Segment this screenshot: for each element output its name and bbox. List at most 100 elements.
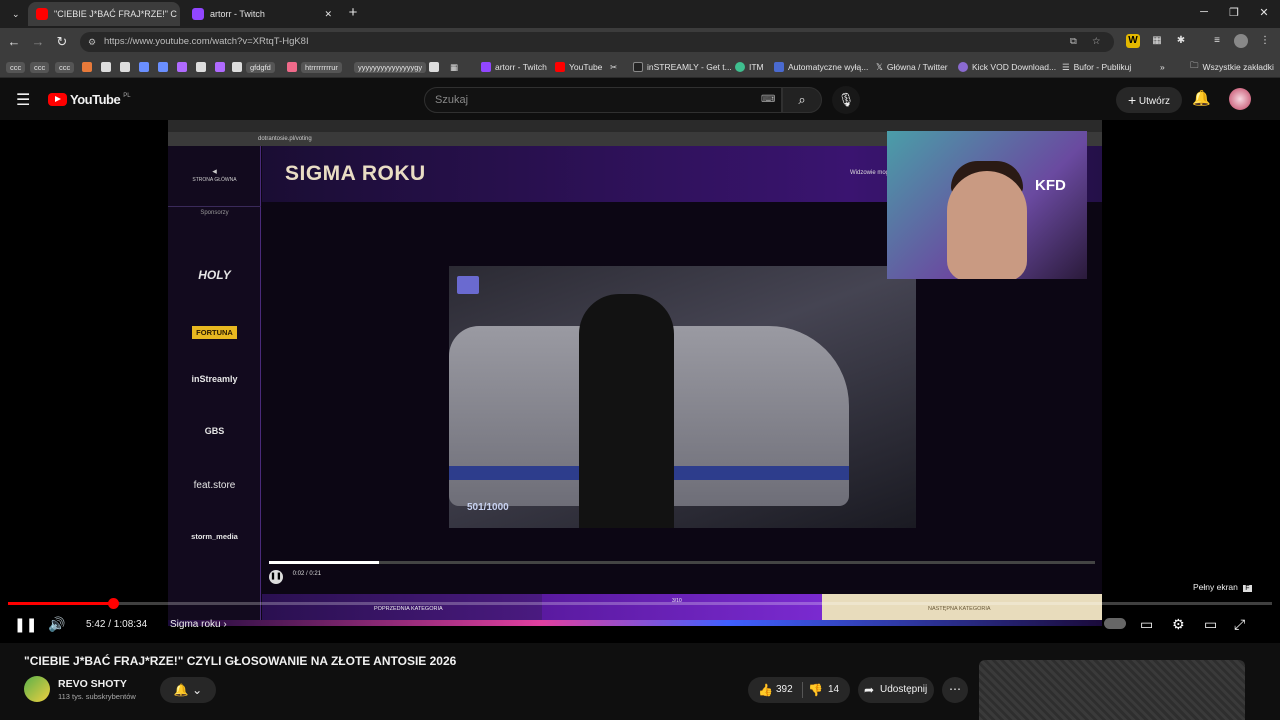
fullscreen-icon[interactable]: ⤢: [1234, 616, 1245, 633]
recommended-video-thumbnail[interactable]: [979, 660, 1245, 720]
kick-vod-icon: [958, 62, 968, 72]
header-note: Widzowie mog: [850, 170, 890, 176]
inner-video-controls: ❚❚ 0:02 / 0:21: [269, 570, 321, 584]
bookmark-item[interactable]: Automatyczne wyłą...: [774, 60, 868, 74]
tab-twitch[interactable]: artorr - Twitch ✕: [184, 2, 340, 26]
restore-button[interactable]: ❐: [1226, 6, 1242, 19]
video-title: "CIEBIE J*BAĆ FRAJ*RZE!" CZYLI GŁOSOWANI…: [24, 654, 457, 668]
pause-icon[interactable]: ❚❚: [14, 616, 37, 633]
bookmark-icon-only[interactable]: [82, 60, 92, 74]
extensions-puzzle-icon[interactable]: ✱: [1174, 34, 1188, 48]
seek-bar[interactable]: [8, 598, 1272, 609]
browser-toolbar: ← → ↻ ⚙ https://www.youtube.com/watch?v=…: [0, 28, 1280, 56]
category-title: SIGMA ROKU: [285, 162, 426, 185]
search-input[interactable]: Szukaj ⌨: [424, 87, 782, 113]
chapter-button[interactable]: Sigma roku ›: [170, 619, 227, 630]
more-actions-button[interactable]: ⋯: [942, 677, 968, 703]
bookmark-item[interactable]: 𝕏 Główna / Twitter: [876, 60, 948, 74]
back-icon[interactable]: ←: [6, 34, 22, 49]
reload-icon[interactable]: ↻: [54, 34, 70, 50]
dislike-icon[interactable]: 👎: [808, 677, 823, 703]
like-icon[interactable]: 👍: [758, 677, 773, 703]
volume-icon[interactable]: 🔊: [48, 616, 65, 633]
bookmark-item[interactable]: ccc: [30, 60, 50, 74]
bookmark-icon-only[interactable]: [120, 60, 130, 74]
reading-list-icon[interactable]: ≡: [1210, 34, 1224, 48]
address-bar[interactable]: ⚙ https://www.youtube.com/watch?v=XRtqT-…: [80, 32, 1114, 52]
buffer-icon: ☰: [1062, 61, 1070, 72]
share-button[interactable]: ➦ Udostępnij: [858, 677, 934, 703]
subtitles-icon[interactable]: ▭: [1140, 616, 1153, 633]
site-info-icon[interactable]: ⚙: [88, 32, 96, 52]
notifications-bell-icon[interactable]: 🔔: [1192, 89, 1211, 107]
bookmark-icon-only[interactable]: [196, 60, 206, 74]
bookmark-favicon-icon: [287, 62, 297, 72]
more-bookmarks-icon[interactable]: »: [1160, 60, 1165, 74]
bookmark-item[interactable]: ITM: [735, 60, 764, 74]
plus-icon: +: [1127, 92, 1137, 108]
home-arrow-icon: ◂: [212, 166, 217, 176]
bookmark-icon-only[interactable]: [158, 60, 168, 74]
bookmark-icon-only[interactable]: [101, 60, 111, 74]
youtube-logo[interactable]: YouTube PL: [48, 92, 131, 107]
bookmark-item[interactable]: artorr - Twitch: [481, 60, 547, 74]
browser-menu-icon[interactable]: ⋮: [1258, 34, 1272, 48]
apps-grid-icon[interactable]: ▦: [450, 60, 458, 74]
bookmark-item[interactable]: Kick VOD Download...: [958, 60, 1056, 74]
tab-youtube[interactable]: "CIEBIE J*BAĆ FRAJ*RZE!" C 🔊 ✕: [28, 2, 180, 26]
subscription-bell-button[interactable]: 🔔 ⌄: [160, 677, 216, 703]
search-icon: ⌕: [798, 92, 806, 107]
install-app-icon[interactable]: ⧉: [1070, 32, 1077, 52]
voice-search-button[interactable]: 🎙: [832, 86, 860, 114]
bookmark-icon-only[interactable]: [177, 60, 187, 74]
bookmark-icon-only[interactable]: [429, 60, 439, 74]
like-dislike-group: 👍 392 👎 14: [748, 677, 850, 703]
sponsor-logo: HOLY: [198, 268, 231, 282]
video-player[interactable]: dotrantosie.pl/voting ◂ STRONA GŁÓWNA Sp…: [0, 120, 1280, 643]
bookmark-item[interactable]: yyyyyyyyyyyyyyygy: [354, 60, 427, 74]
bookmark-item[interactable]: ☰ Bufor - Publikuj: [1062, 60, 1131, 74]
theater-mode-icon[interactable]: ▭: [1204, 616, 1217, 633]
youtube-favicon-icon: [36, 8, 48, 20]
account-avatar[interactable]: [1229, 88, 1251, 110]
bookmark-item[interactable]: gfdgfd: [232, 60, 275, 74]
channel-name[interactable]: REVO SHOTY: [58, 678, 127, 690]
all-bookmarks-folder[interactable]: 🗀 Wszystkie zakładki: [1190, 60, 1274, 74]
bookmark-star-icon[interactable]: ☆: [1092, 32, 1101, 52]
profile-avatar-icon[interactable]: [1234, 34, 1248, 48]
x-twitter-icon: 𝕏: [876, 61, 883, 72]
hamburger-menu-icon[interactable]: ☰: [16, 90, 30, 110]
bookmark-item[interactable]: ccc: [55, 60, 75, 74]
channel-avatar[interactable]: [24, 676, 50, 702]
search-button[interactable]: ⌕: [782, 87, 822, 113]
close-window-button[interactable]: ✕: [1256, 6, 1272, 19]
minimize-button[interactable]: ─: [1196, 6, 1212, 18]
bookmark-item[interactable]: inSTREAMLY - Get t...: [633, 60, 732, 74]
extension-w-icon[interactable]: W: [1126, 34, 1140, 48]
bookmark-icon-only[interactable]: [139, 60, 149, 74]
youtube-icon: [555, 62, 565, 72]
player-controls: ❚❚ 🔊 5:42 / 1:08:34 Sigma roku › ▭ ⚙ ▭ ⤢: [0, 608, 1280, 643]
tab-search-button[interactable]: ⌄: [4, 2, 24, 26]
autoplay-toggle[interactable]: [1104, 618, 1126, 629]
settings-gear-icon[interactable]: ⚙: [1172, 616, 1185, 633]
divider: [168, 206, 261, 207]
bookmark-item[interactable]: YouTube: [555, 60, 602, 74]
youtube-play-logo-icon: [48, 93, 67, 106]
extension-grid-icon[interactable]: ▦: [1150, 34, 1164, 48]
close-tab-icon[interactable]: ✕: [324, 9, 332, 20]
bookmark-icon-only[interactable]: ✂: [610, 60, 617, 74]
forward-icon[interactable]: →: [30, 34, 46, 49]
bookmarks-bar: ccc ccc ccc gfdgfd htrrrrrrrrur yyyyyyyy…: [0, 56, 1280, 78]
folder-icon: 🗀: [1190, 60, 1199, 70]
create-button[interactable]: + Utwórz: [1116, 87, 1182, 113]
bookmark-item[interactable]: ccc: [6, 60, 26, 74]
bookmark-item[interactable]: htrrrrrrrrur: [287, 60, 342, 74]
home-link: ◂ STRONA GŁÓWNA: [168, 166, 261, 183]
chevron-right-icon: ›: [223, 619, 227, 630]
keyboard-icon[interactable]: ⌨: [761, 88, 775, 112]
new-tab-button[interactable]: +: [345, 4, 361, 21]
itm-icon: [735, 62, 745, 72]
bookmark-favicon-icon: [82, 62, 92, 72]
bookmark-icon-only[interactable]: [215, 60, 225, 74]
